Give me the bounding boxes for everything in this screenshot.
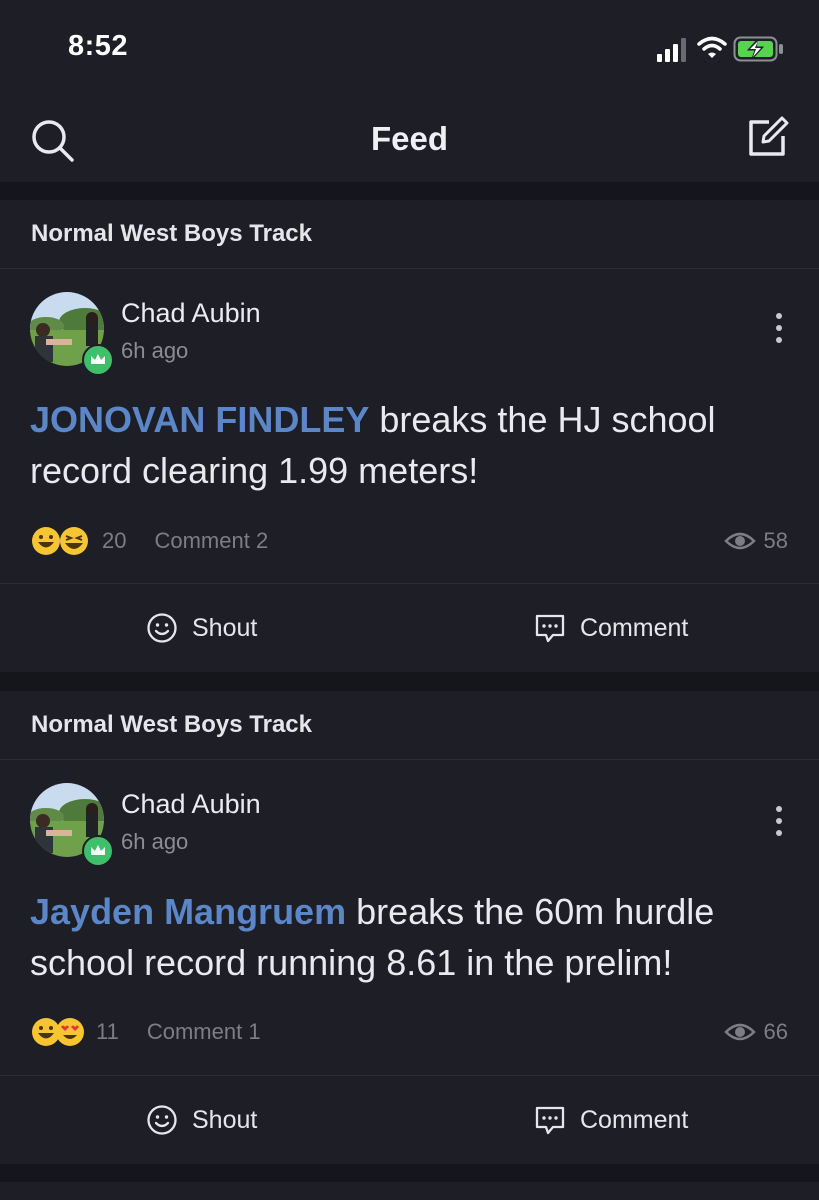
nav-bar: Feed — [0, 100, 819, 182]
shout-button[interactable]: Shout — [146, 584, 257, 672]
admin-badge — [82, 835, 114, 867]
post-card: Normal West Boys Track Chad Aubin 6h ago… — [0, 691, 819, 1164]
post-time: 6h ago — [121, 829, 189, 854]
reactions-row[interactable]: 11 Comment 1 — [30, 1012, 261, 1052]
view-count-value: 58 — [763, 528, 788, 553]
comment-label: Comment — [580, 613, 689, 642]
group-name: Normal West Boys Track — [31, 711, 313, 738]
heart-eyes-face-icon — [56, 1018, 84, 1046]
comment-icon — [535, 1106, 565, 1135]
smiley-icon — [147, 613, 177, 643]
reaction-emojis — [30, 525, 92, 557]
comment-count[interactable]: Comment 2 — [154, 528, 268, 554]
view-count: 58 — [723, 521, 788, 561]
reaction-count: 20 — [102, 528, 127, 553]
status-icons — [645, 34, 785, 66]
post-group-header[interactable]: Normal West Boys Track — [0, 691, 819, 760]
eye-icon — [723, 532, 756, 550]
comment-button[interactable]: Comment — [534, 1076, 688, 1164]
battery-charging-icon — [733, 36, 783, 62]
comment-button[interactable]: Comment — [534, 584, 688, 672]
feed-gap — [0, 182, 819, 200]
author-name[interactable]: Chad Aubin — [121, 298, 261, 329]
crown-icon — [91, 845, 105, 855]
status-time: 8:52 — [68, 30, 129, 62]
comment-icon — [535, 614, 565, 643]
reaction-count: 11 — [96, 1019, 119, 1044]
smiley-icon — [147, 1105, 177, 1135]
action-bar: Shout Comment — [0, 583, 819, 672]
group-name: Normal West Boys Track — [31, 220, 313, 247]
wifi-icon — [697, 36, 727, 58]
feed-gap — [0, 672, 819, 691]
admin-badge — [82, 344, 114, 376]
signal-icon — [657, 38, 686, 62]
next-post-card — [0, 1182, 819, 1200]
shout-button[interactable]: Shout — [146, 1076, 257, 1164]
reaction-emojis — [30, 1016, 86, 1048]
view-count: 66 — [723, 1012, 788, 1052]
eye-icon — [723, 1023, 756, 1041]
athlete-mention[interactable]: JONOVAN FINDLEY — [30, 399, 369, 440]
laughing-face-icon — [60, 527, 88, 555]
action-bar: Shout Comment — [0, 1075, 819, 1164]
more-options-icon[interactable] — [769, 308, 789, 348]
more-options-icon[interactable] — [769, 801, 789, 841]
post-group-header[interactable]: Normal West Boys Track — [0, 200, 819, 269]
view-count-value: 66 — [763, 1019, 788, 1044]
status-bar: 8:52 — [0, 0, 819, 100]
reactions-row[interactable]: 20 Comment 2 — [30, 521, 268, 561]
crown-icon — [91, 354, 105, 364]
comment-count[interactable]: Comment 1 — [147, 1019, 261, 1045]
feed-gap — [0, 1164, 819, 1182]
author-name[interactable]: Chad Aubin — [121, 789, 261, 820]
post-body: JONOVAN FINDLEY breaks the HJ school rec… — [30, 394, 790, 496]
post-time: 6h ago — [121, 338, 189, 363]
comment-label: Comment — [580, 1105, 689, 1134]
shout-label: Shout — [192, 1105, 258, 1134]
post-card: Normal West Boys Track Chad Aubin 6h ago… — [0, 200, 819, 672]
compose-icon[interactable] — [745, 114, 791, 160]
athlete-mention[interactable]: Jayden Mangruem — [30, 891, 346, 932]
post-body: Jayden Mangruem breaks the 60m hurdle sc… — [30, 886, 790, 988]
page-title: Feed — [370, 120, 449, 157]
shout-label: Shout — [192, 613, 258, 642]
